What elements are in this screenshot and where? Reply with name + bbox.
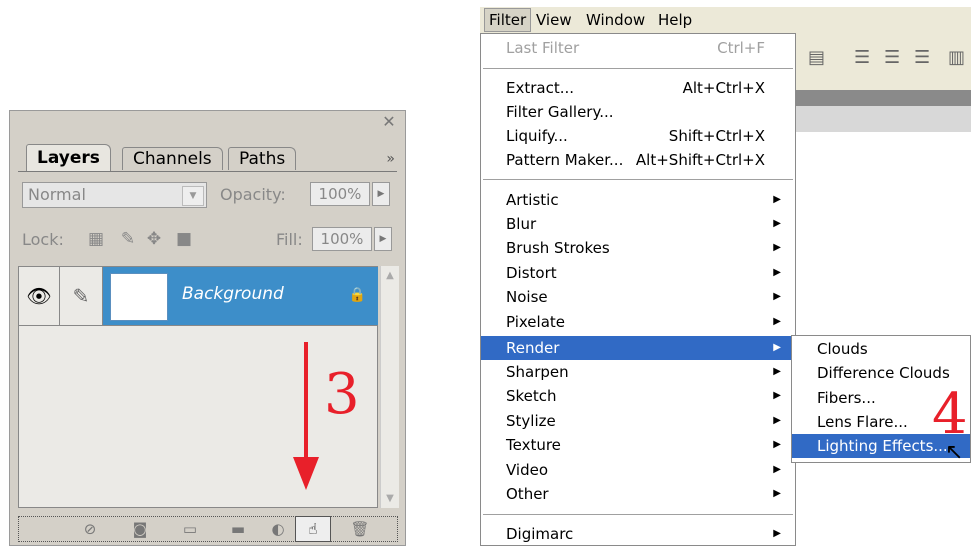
step-number-3: 3 (324, 362, 360, 427)
submenu-arrow-icon: ▶ (773, 242, 781, 253)
distribute-icon[interactable]: ☰ (854, 47, 870, 68)
submenu-arrow-icon: ▶ (773, 267, 781, 278)
layer-row-background[interactable]: 👁 ✎ Background 🔒 (19, 267, 378, 326)
menu-item-brush-strokes[interactable]: Brush Strokes ▶ (481, 236, 795, 260)
menu-item-pixelate[interactable]: Pixelate ▶ (481, 310, 795, 334)
distribute-icon[interactable]: ☰ (914, 47, 930, 68)
step-number-4: 4 (932, 382, 968, 447)
menu-item-other[interactable]: Other ▶ (481, 482, 795, 506)
panel-titlebar: ✕ (10, 111, 405, 135)
layer-name[interactable]: Background (182, 284, 284, 304)
menu-item-extract[interactable]: Extract... Alt+Ctrl+X (481, 76, 795, 100)
lock-label: Lock: (22, 230, 64, 249)
submenu-arrow-icon: ▶ (773, 528, 781, 539)
menu-filter[interactable]: Filter (484, 8, 532, 32)
eye-icon[interactable]: 👁 (19, 267, 60, 325)
submenu-arrow-icon: ▶ (773, 291, 781, 302)
submenu-arrow-icon: ▶ (773, 194, 781, 205)
submenu-arrow-icon: ▶ (773, 439, 781, 450)
blend-row: Normal ▼ Opacity: 100% ▶ (22, 182, 392, 212)
menu-item-sketch[interactable]: Sketch ▶ (481, 384, 795, 408)
lock-pixels-icon[interactable]: ✎ (118, 229, 138, 249)
menu-item-stylize[interactable]: Stylize ▶ (481, 409, 795, 433)
brush-icon[interactable]: ✎ (60, 267, 103, 325)
opacity-label: Opacity: (220, 185, 286, 204)
document-header (796, 106, 971, 132)
menu-separator (483, 179, 793, 180)
submenu-arrow-icon: ▶ (773, 218, 781, 229)
opacity-arrow-icon[interactable]: ▶ (372, 182, 390, 206)
scroll-down-icon[interactable]: ▼ (381, 493, 399, 504)
menu-window[interactable]: Window (586, 11, 645, 29)
link-layers-icon[interactable]: ⊘ (79, 520, 101, 538)
new-fill-layer-icon[interactable]: ▬ (227, 520, 249, 538)
blend-mode-select[interactable]: Normal ▼ (22, 182, 207, 208)
close-icon[interactable]: ✕ (381, 114, 397, 130)
menu-item-filter-gallery[interactable]: Filter Gallery... (481, 100, 795, 124)
menu-item-video[interactable]: Video ▶ (481, 458, 795, 482)
tab-layers[interactable]: Layers (26, 144, 111, 171)
blend-mode-value: Normal (28, 185, 86, 204)
panel-menu-icon[interactable]: » (386, 151, 395, 167)
lock-all-icon[interactable]: ■ (174, 229, 194, 249)
red-arrow-annotation (293, 342, 319, 490)
tab-paths[interactable]: Paths (228, 147, 297, 170)
submenu-arrow-icon: ▶ (773, 342, 781, 353)
mouse-cursor-icon: ↖ (945, 440, 964, 465)
layers-panel: ✕ Layers Channels Paths » Normal ▼ Opaci… (9, 110, 406, 546)
fill-arrow-icon[interactable]: ▶ (374, 227, 392, 251)
menu-item-last-filter[interactable]: Last Filter Ctrl+F (481, 36, 795, 60)
menu-item-distort[interactable]: Distort ▶ (481, 261, 795, 285)
menu-view[interactable]: View (536, 11, 572, 29)
filter-menu: Last Filter Ctrl+F Extract... Alt+Ctrl+X… (480, 33, 796, 546)
tab-channels[interactable]: Channels (122, 147, 223, 170)
submenu-arrow-icon: ▶ (773, 464, 781, 475)
options-toolbar: ▤ ☰ ☰ ☰ ▥ (796, 33, 971, 91)
submenu-arrow-icon: ▶ (773, 316, 781, 327)
menu-help[interactable]: Help (658, 11, 692, 29)
layer-list-scrollbar[interactable]: ▲ ▼ (380, 266, 399, 508)
menu-item-sharpen[interactable]: Sharpen ▶ (481, 360, 795, 384)
layer-list: 👁 ✎ Background 🔒 3 (18, 266, 378, 508)
lock-row: Lock: ▦ ✎ ✥ ■ Fill: 100% ▶ (22, 227, 392, 257)
submenu-arrow-icon: ▶ (773, 366, 781, 377)
lock-transparency-icon[interactable]: ▦ (86, 229, 106, 249)
layers-bottom-toolbar: ⊘ ◙ ▭ ▬ ◐ ☝ 🗑 (18, 516, 398, 542)
menu-item-texture[interactable]: Texture ▶ (481, 433, 795, 457)
adjustment-layer-icon[interactable]: ◐ (267, 520, 289, 538)
menu-item-liquify[interactable]: Liquify... Shift+Ctrl+X (481, 124, 795, 148)
submenu-arrow-icon: ▶ (773, 415, 781, 426)
chevron-down-icon: ▼ (182, 186, 204, 206)
submenu-arrow-icon: ▶ (773, 390, 781, 401)
scroll-up-icon[interactable]: ▲ (381, 270, 399, 281)
menu-item-clouds[interactable]: Clouds (792, 337, 970, 361)
distribute-icon[interactable]: ☰ (884, 47, 900, 68)
menu-separator (483, 514, 793, 515)
fill-label: Fill: (276, 230, 303, 249)
menu-item-digimarc[interactable]: Digimarc ▶ (481, 522, 795, 546)
new-layer-icon[interactable]: ☝ (295, 516, 331, 542)
opacity-field[interactable]: 100% (310, 182, 370, 206)
fill-field[interactable]: 100% (312, 227, 372, 251)
menu-item-noise[interactable]: Noise ▶ (481, 285, 795, 309)
menu-separator (483, 68, 793, 69)
menu-item-artistic[interactable]: Artistic ▶ (481, 188, 795, 212)
align-icon[interactable]: ▤ (808, 47, 825, 68)
lock-icon: 🔒 (348, 287, 366, 303)
document-titlebar (796, 90, 971, 106)
new-group-icon[interactable]: ▭ (179, 520, 201, 538)
layer-thumbnail (110, 273, 168, 321)
menubar: Filter View Window Help (480, 7, 971, 33)
submenu-arrow-icon: ▶ (773, 488, 781, 499)
trash-icon[interactable]: 🗑 (349, 520, 371, 538)
menu-item-blur[interactable]: Blur ▶ (481, 212, 795, 236)
distribute-icon[interactable]: ▥ (948, 47, 965, 68)
lock-position-icon[interactable]: ✥ (144, 229, 164, 249)
menu-item-render[interactable]: Render ▶ (481, 336, 795, 360)
menu-item-pattern-maker[interactable]: Pattern Maker... Alt+Shift+Ctrl+X (481, 148, 795, 172)
add-mask-icon[interactable]: ◙ (129, 520, 151, 538)
panel-tabs: Layers Channels Paths » (18, 141, 397, 172)
